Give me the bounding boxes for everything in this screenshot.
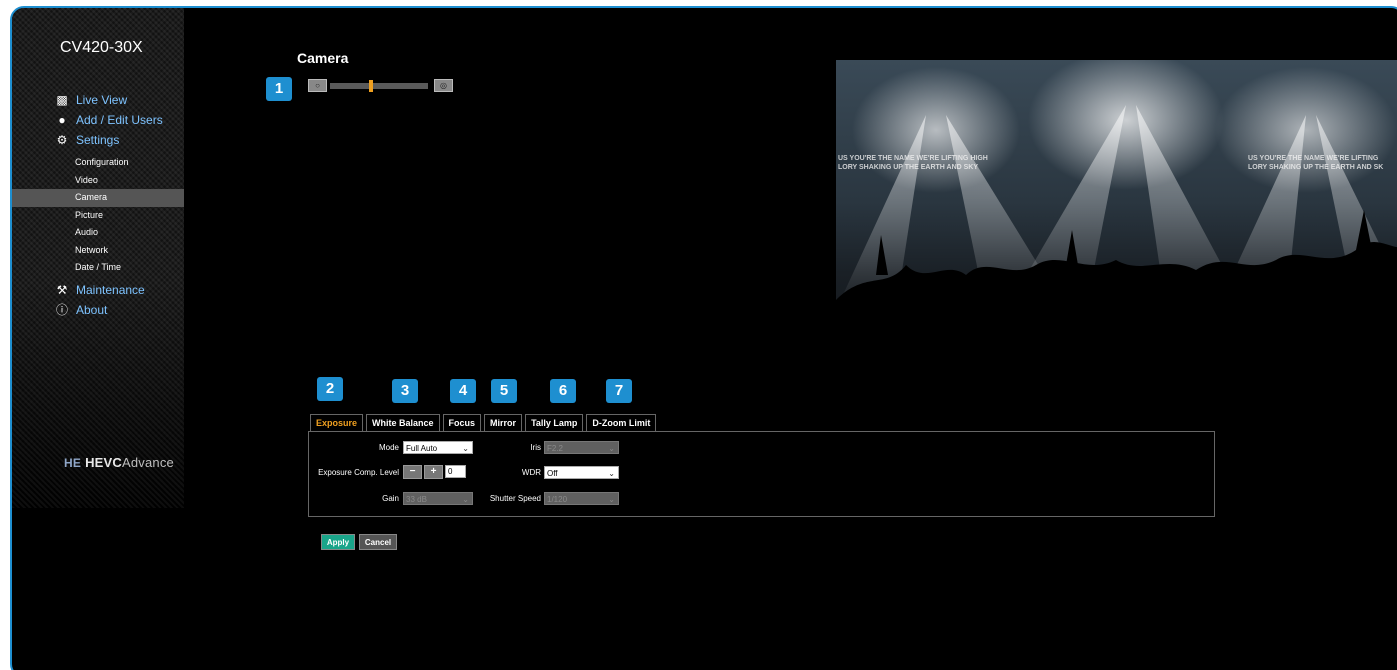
video-camera-icon: ▩	[56, 93, 68, 107]
settings-item-configuration[interactable]: Configuration	[12, 154, 184, 172]
sidebar: CV420-30X ▩ Live View ● Add / Edit Users…	[12, 8, 184, 508]
wrench-icon: ⚒	[56, 282, 68, 297]
exposure-comp-label: Exposure Comp. Level	[318, 468, 399, 477]
shutter-speed-label: Shutter Speed	[489, 494, 541, 503]
nav-add-edit-users[interactable]: ● Add / Edit Users	[12, 110, 184, 130]
exposure-comp-decrease-button[interactable]: −	[403, 465, 422, 479]
shutter-speed-value: 1/120	[547, 495, 568, 504]
nav-settings-label: Settings	[76, 133, 120, 147]
nav-maintenance-label: Maintenance	[76, 282, 145, 297]
shutter-speed-select: 1/120 ⌄	[544, 492, 619, 505]
wdr-select[interactable]: Off ⌄	[544, 466, 619, 479]
callout-badge-7: 7	[606, 379, 632, 403]
info-icon: ⓘ	[55, 303, 68, 317]
callout-badge-6: 6	[550, 379, 576, 403]
apply-button[interactable]: Apply	[321, 534, 355, 550]
gain-label: Gain	[382, 494, 399, 503]
settings-item-audio[interactable]: Audio	[12, 224, 184, 242]
chevron-down-icon: ⌄	[462, 444, 469, 453]
settings-item-picture[interactable]: Picture	[12, 207, 184, 225]
gain-value: 33 dB	[406, 495, 427, 504]
settings-item-date-time[interactable]: Date / Time	[12, 259, 184, 277]
settings-item-network[interactable]: Network	[12, 242, 184, 260]
nav-live-view-label: Live View	[76, 93, 128, 107]
chevron-down-icon: ⌄	[608, 444, 615, 453]
nav-live-view[interactable]: ▩ Live View	[12, 90, 184, 110]
nav-about[interactable]: ⓘ About	[12, 300, 184, 320]
wdr-label: WDR	[521, 468, 541, 477]
gear-icon: ⚙	[56, 133, 68, 147]
chevron-down-icon: ⌄	[462, 495, 469, 504]
preview-lyric-right-2: LORY SHAKING UP THE EARTH AND SK	[1248, 164, 1384, 171]
iris-value: F2.2	[547, 444, 564, 453]
exposure-panel: Mode Full Auto ⌄ Exposure Comp. Level − …	[308, 431, 1215, 517]
zoom-slider-track[interactable]	[330, 80, 428, 92]
zoom-slider-thumb[interactable]	[369, 80, 374, 92]
nav-about-label: About	[76, 302, 108, 317]
mode-value: Full Auto	[406, 444, 438, 453]
tab-exposure[interactable]: Exposure	[310, 414, 364, 432]
settings-item-camera[interactable]: Camera	[12, 189, 184, 207]
nav-maintenance[interactable]: ⚒ Maintenance	[12, 280, 184, 300]
preview-lyric-left-2: LORY SHAKING UP THE EARTH AND SKY	[838, 164, 979, 171]
chevron-down-icon: ⌄	[608, 469, 615, 478]
tab-white-balance[interactable]: White Balance	[366, 414, 440, 432]
zoom-in-icon: ◎	[440, 81, 447, 90]
live-preview: US YOU'RE THE NAME WE'RE LIFTING HIGH LO…	[836, 60, 1397, 415]
exposure-comp-increase-button[interactable]: +	[424, 465, 443, 479]
concert-preview-image	[836, 105, 1397, 415]
nav-add-edit-users-label: Add / Edit Users	[76, 113, 163, 127]
callout-badge-3: 3	[392, 379, 418, 403]
exposure-comp-stepper: − + 0	[403, 465, 483, 479]
tab-d-zoom-limit[interactable]: D-Zoom Limit	[586, 414, 657, 432]
wdr-value: Off	[547, 469, 558, 478]
chevron-down-icon: ⌄	[608, 495, 615, 504]
settings-item-video[interactable]: Video	[12, 172, 184, 190]
exposure-comp-value[interactable]: 0	[445, 465, 466, 478]
tab-tally-lamp[interactable]: Tally Lamp	[525, 414, 584, 432]
zoom-out-button[interactable]: ○	[308, 79, 327, 92]
callout-badge-4: 4	[450, 379, 476, 403]
nav-settings[interactable]: ⚙ Settings	[12, 130, 184, 150]
iris-label: Iris	[530, 443, 541, 452]
mode-select[interactable]: Full Auto ⌄	[403, 441, 473, 454]
callout-badge-1: 1	[266, 77, 292, 101]
sidebar-nav: ▩ Live View ● Add / Edit Users ⚙ Setting…	[12, 90, 184, 320]
gain-select: 33 dB ⌄	[403, 492, 473, 505]
page-title: Camera	[297, 50, 349, 66]
tab-focus[interactable]: Focus	[442, 414, 482, 432]
user-icon: ●	[58, 113, 66, 127]
camera-tabs: Exposure White Balance Focus Mirror Tall…	[310, 414, 659, 432]
iris-select: F2.2 ⌄	[544, 441, 619, 454]
preview-lyric-right-1: US YOU'RE THE NAME WE'RE LIFTING	[1248, 155, 1379, 162]
zoom-out-icon: ○	[315, 81, 320, 90]
callout-badge-5: 5	[491, 379, 517, 403]
preview-lyric-left-1: US YOU'RE THE NAME WE'RE LIFTING HIGH	[838, 155, 988, 162]
tab-mirror[interactable]: Mirror	[484, 414, 523, 432]
cancel-button[interactable]: Cancel	[359, 534, 397, 550]
hevc-advance-logo: HE HEVCAdvance	[64, 455, 174, 470]
device-model: CV420-30X	[60, 39, 143, 56]
callout-badge-2: 2	[317, 377, 343, 401]
app-frame: CV420-30X ▩ Live View ● Add / Edit Users…	[10, 6, 1397, 670]
zoom-in-button[interactable]: ◎	[434, 79, 453, 92]
mode-label: Mode	[378, 443, 399, 452]
